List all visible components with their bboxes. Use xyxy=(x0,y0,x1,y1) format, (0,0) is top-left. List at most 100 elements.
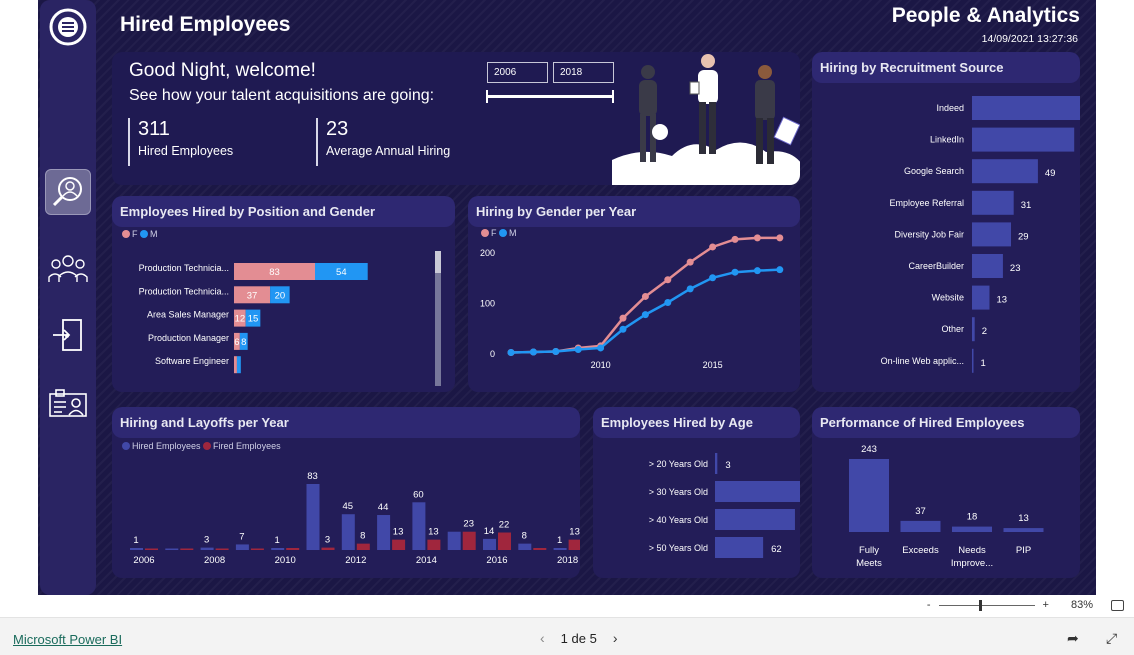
data-label: 23 xyxy=(1010,263,1021,274)
data-label-female: 6 xyxy=(234,337,239,348)
data-point-male xyxy=(552,347,560,355)
data-label-fired: 8 xyxy=(360,531,365,542)
age-card: Employees Hired by Age > 20 Years Old 3 > … xyxy=(593,407,800,578)
zoom-slider[interactable] xyxy=(938,599,1035,611)
category-label: > 20 Years Old xyxy=(649,459,708,469)
bar xyxy=(972,159,1038,184)
data-label: 62 xyxy=(771,544,782,555)
data-label-fired: 13 xyxy=(393,527,404,538)
legend-label: M xyxy=(150,229,158,239)
bar xyxy=(900,520,941,532)
bar-fired xyxy=(215,548,229,550)
next-page-icon[interactable]: › xyxy=(613,630,618,646)
bar-fired xyxy=(533,548,547,550)
y-tick-label: 100 xyxy=(480,299,495,309)
category-label: PIP xyxy=(1016,545,1031,556)
category-label: > 40 Years Old xyxy=(649,515,708,525)
category-label: Indeed xyxy=(936,103,964,113)
x-tick-label: 2014 xyxy=(416,555,437,566)
data-point-male xyxy=(597,344,605,352)
data-point-male xyxy=(753,267,761,275)
data-point-female xyxy=(753,234,761,242)
kpi-value: 311 xyxy=(138,118,170,140)
prev-page-icon[interactable]: ‹ xyxy=(540,630,545,646)
logo-icon[interactable] xyxy=(49,8,87,46)
bar-hired xyxy=(130,548,143,550)
bar xyxy=(715,481,800,502)
fullscreen-icon[interactable]: ⤢ xyxy=(1106,630,1117,647)
bar xyxy=(972,254,1003,278)
kpi-hired-employees: 311 Hired Employees xyxy=(128,118,233,166)
nav-recruitment-button[interactable] xyxy=(45,169,91,215)
year-range-slider[interactable] xyxy=(486,90,614,103)
data-label: 3 xyxy=(725,460,730,471)
legend-label: F xyxy=(132,229,138,239)
data-point-female xyxy=(641,292,649,300)
nav-profile-button[interactable] xyxy=(45,381,91,427)
bar-hired xyxy=(200,547,214,550)
bar-hired xyxy=(412,502,426,550)
data-label: 29 xyxy=(1018,231,1029,242)
data-label-hired: 45 xyxy=(343,501,354,512)
report-canvas: Hired Employees People & Analytics 14/09… xyxy=(38,0,1096,595)
exit-door-icon xyxy=(53,319,82,351)
x-tick-label: 2016 xyxy=(486,555,507,566)
category-label: Meets xyxy=(856,558,882,569)
data-label: 13 xyxy=(996,295,1007,306)
kpi-label: Hired Employees xyxy=(138,144,234,158)
bar-fired xyxy=(250,548,264,550)
data-point-male xyxy=(776,266,784,274)
x-tick-label: 2018 xyxy=(557,555,578,566)
data-point-female xyxy=(686,258,694,266)
data-label-hired: 3 xyxy=(204,535,209,546)
bar-fired xyxy=(427,539,441,550)
data-label-male: 15 xyxy=(248,314,259,325)
data-label-hired: 7 xyxy=(239,531,244,542)
performance-chart: 243 Fully Meets 37 Exceeds 18 Needs Improve... 1… xyxy=(849,444,1044,569)
bar-hired xyxy=(235,544,249,550)
search-person-icon xyxy=(52,177,82,207)
scrollbar-thumb[interactable] xyxy=(435,251,441,273)
bar xyxy=(972,285,990,310)
zoom-slider-thumb[interactable] xyxy=(978,599,982,611)
data-label-fired: 13 xyxy=(428,527,439,538)
nav-team-button[interactable] xyxy=(45,244,91,290)
bar xyxy=(952,526,992,532)
data-point-female xyxy=(776,234,784,242)
fit-page-icon[interactable] xyxy=(1111,599,1124,611)
data-point-male xyxy=(709,274,717,282)
zoom-in-button[interactable]: + xyxy=(1043,599,1049,611)
category-label: Production Technicia... xyxy=(139,263,229,273)
chart-legend: F M xyxy=(122,229,158,239)
powerbi-link[interactable]: Microsoft Power BI xyxy=(13,632,122,647)
bar xyxy=(715,453,718,474)
data-label: 37 xyxy=(915,506,926,517)
data-label-female: 37 xyxy=(247,290,258,301)
hiring-layoffs-card: Hiring and Layoffs per Year Hired Employ… xyxy=(112,407,580,578)
share-icon[interactable]: ➦ xyxy=(1067,630,1079,647)
category-label: Google Search xyxy=(904,166,964,176)
bar-fired xyxy=(392,539,406,550)
nav-layoffs-button[interactable] xyxy=(45,312,91,358)
hiring-layoffs-chart: 1 2006 3 2008 7 1 2010 83 3 45 8 2012 44 13 60 13 2014 23… xyxy=(130,471,580,566)
zoom-out-button[interactable]: - xyxy=(927,599,931,611)
data-label: 18 xyxy=(967,512,978,523)
age-chart: > 20 Years Old3> 30 Years Old143> 40 Yea… xyxy=(649,453,800,558)
data-label-female: 12 xyxy=(235,314,246,325)
year-end-input[interactable]: 2018 xyxy=(553,62,614,83)
data-point-female xyxy=(664,276,672,284)
position-gender-card: Employees Hired by Position and Gender F… xyxy=(112,196,455,392)
year-start-input[interactable]: 2006 xyxy=(487,62,548,83)
page-title: Hired Employees xyxy=(120,13,291,36)
line-male xyxy=(510,268,780,354)
legend-dot-female xyxy=(122,230,130,238)
data-label-hired: 1 xyxy=(275,535,280,546)
category-label: On-line Web applic... xyxy=(881,356,964,366)
scrollbar-track[interactable] xyxy=(435,251,441,386)
data-point-male xyxy=(641,311,649,319)
kpi-average-hiring: 23 Average Annual Hiring xyxy=(316,118,450,166)
data-label: 2 xyxy=(982,326,987,337)
category-label: Production Technicia... xyxy=(139,286,229,296)
bar-hired xyxy=(553,548,567,550)
x-tick-label: 2008 xyxy=(204,555,225,566)
